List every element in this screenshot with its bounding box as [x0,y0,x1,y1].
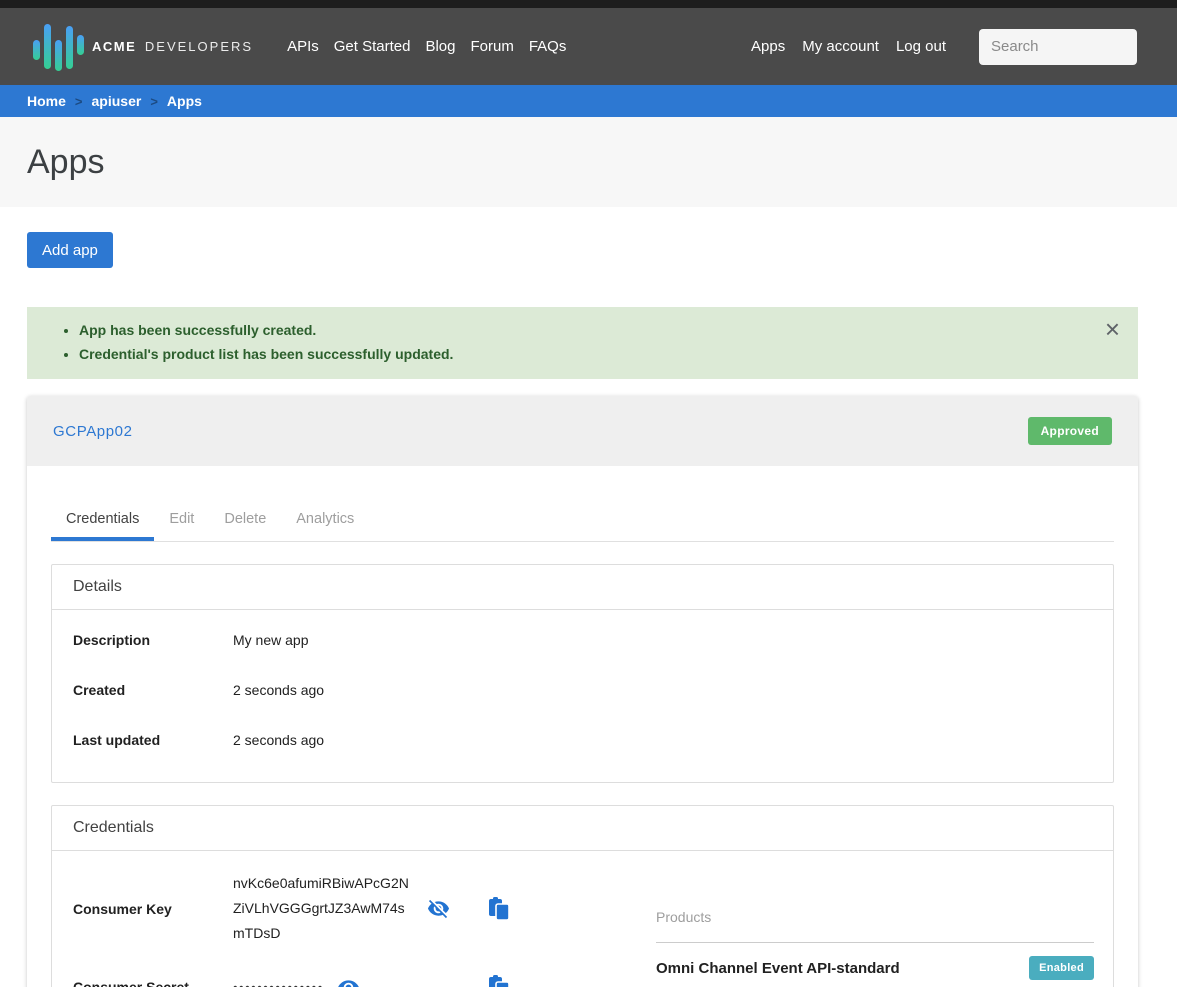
add-app-button[interactable]: Add app [27,232,113,268]
nav-item-apis[interactable]: APIs [287,38,319,55]
consumer-secret-row: Consumer Secret ••••••••••••••• [73,975,656,987]
equalizer-logo-icon [33,22,84,72]
copy-icon[interactable] [488,897,510,921]
app-card-body: Credentials Edit Delete Analytics Detail… [27,466,1138,987]
nav-item-get-started[interactable]: Get Started [334,38,411,55]
status-badge-approved: Approved [1028,417,1112,445]
detail-value: 2 seconds ago [233,682,324,698]
visibility-icon[interactable] [337,976,360,987]
credentials-content: Consumer Key nvKc6e0afumiRBiwAPcG2N ZiVL… [52,851,1113,987]
page-title: Apps [27,143,105,182]
breadcrumb-separator: > [150,94,158,109]
app-name-link[interactable]: GCPApp02 [53,423,133,440]
consumer-secret-label: Consumer Secret [73,979,233,987]
brand-suffix: DEVELOPERS [145,39,253,54]
products-heading: Products [656,909,1094,925]
detail-row-description: Description My new app [73,632,1092,648]
tab-edit[interactable]: Edit [154,511,209,541]
consumer-key-value-cell: nvKc6e0afumiRBiwAPcG2N ZiVLhVGGGgrtJZ3Aw… [233,871,488,946]
consumer-key-row: Consumer Key nvKc6e0afumiRBiwAPcG2N ZiVL… [73,871,656,946]
status-badge-enabled: Enabled [1029,956,1094,980]
top-navigation-bar: ACME DEVELOPERS APIs Get Started Blog Fo… [0,8,1177,85]
breadcrumb: Home > apiuser > Apps [0,85,1177,117]
alert-message-list: App has been successfully created. Crede… [55,318,1090,366]
app-card: GCPApp02 Approved Credentials Edit Delet… [27,396,1138,987]
nav-item-faqs[interactable]: FAQs [529,38,567,55]
product-name: Omni Channel Event API-standard [656,960,900,977]
details-panel: Details Description My new app Created 2… [51,564,1114,783]
detail-row-last-updated: Last updated 2 seconds ago [73,732,1092,748]
breadcrumb-apps-current: Apps [167,93,202,109]
breadcrumb-home[interactable]: Home [27,93,66,109]
consumer-key-line: nvKc6e0afumiRBiwAPcG2N [233,875,409,891]
alert-message: App has been successfully created. [79,318,1090,342]
consumer-key-line: mTDsD [233,925,280,941]
detail-value: 2 seconds ago [233,732,324,748]
tab-analytics[interactable]: Analytics [281,511,369,541]
consumer-key-label: Consumer Key [73,901,233,917]
brand-logo[interactable]: ACME DEVELOPERS [33,22,253,72]
primary-nav: APIs Get Started Blog Forum FAQs [287,38,566,55]
brand-name: ACME [92,39,136,54]
tab-delete[interactable]: Delete [209,511,281,541]
nav-item-my-account[interactable]: My account [802,38,879,55]
breadcrumb-separator: > [75,94,83,109]
nav-item-apps[interactable]: Apps [751,38,785,55]
nav-item-forum[interactable]: Forum [471,38,514,55]
close-icon[interactable]: × [1105,319,1120,339]
nav-item-log-out[interactable]: Log out [896,38,946,55]
brand-text: ACME DEVELOPERS [92,39,253,54]
app-card-header: GCPApp02 Approved [27,396,1138,466]
credentials-left-column: Consumer Key nvKc6e0afumiRBiwAPcG2N ZiVL… [73,871,656,987]
alert-message: Credential's product list has been succe… [79,342,1090,366]
detail-label: Last updated [73,732,233,748]
nav-item-blog[interactable]: Blog [425,38,455,55]
products-divider [656,942,1094,943]
consumer-key-value: nvKc6e0afumiRBiwAPcG2N ZiVLhVGGGgrtJZ3Aw… [233,871,411,946]
user-nav: Apps My account Log out [751,38,946,55]
credentials-panel: Credentials Consumer Key nvKc6e0afumiRBi… [51,805,1114,987]
credentials-panel-heading: Credentials [52,806,1113,851]
consumer-secret-value-cell: ••••••••••••••• [233,976,488,987]
consumer-secret-masked-value: ••••••••••••••• [233,980,324,987]
tab-credentials[interactable]: Credentials [51,511,154,541]
success-alert: App has been successfully created. Crede… [27,307,1138,379]
products-column: Products Omni Channel Event API-standard… [656,871,1113,987]
detail-row-created: Created 2 seconds ago [73,682,1092,698]
app-tabs: Credentials Edit Delete Analytics [51,511,1114,542]
product-row: Omni Channel Event API-standard Enabled [656,956,1094,980]
consumer-key-line: ZiVLhVGGGgrtJZ3AwM74s [233,900,405,916]
detail-value: My new app [233,632,308,648]
copy-icon[interactable] [488,975,510,987]
search-input[interactable] [979,29,1137,65]
details-panel-heading: Details [52,565,1113,610]
main-content: Add app App has been successfully create… [27,207,1138,987]
visibility-off-icon[interactable] [427,897,450,920]
detail-label: Description [73,632,233,648]
details-rows: Description My new app Created 2 seconds… [52,610,1113,782]
page-title-section: Apps [0,117,1177,207]
breadcrumb-apiuser[interactable]: apiuser [92,93,142,109]
window-top-strip [0,0,1177,8]
detail-label: Created [73,682,233,698]
